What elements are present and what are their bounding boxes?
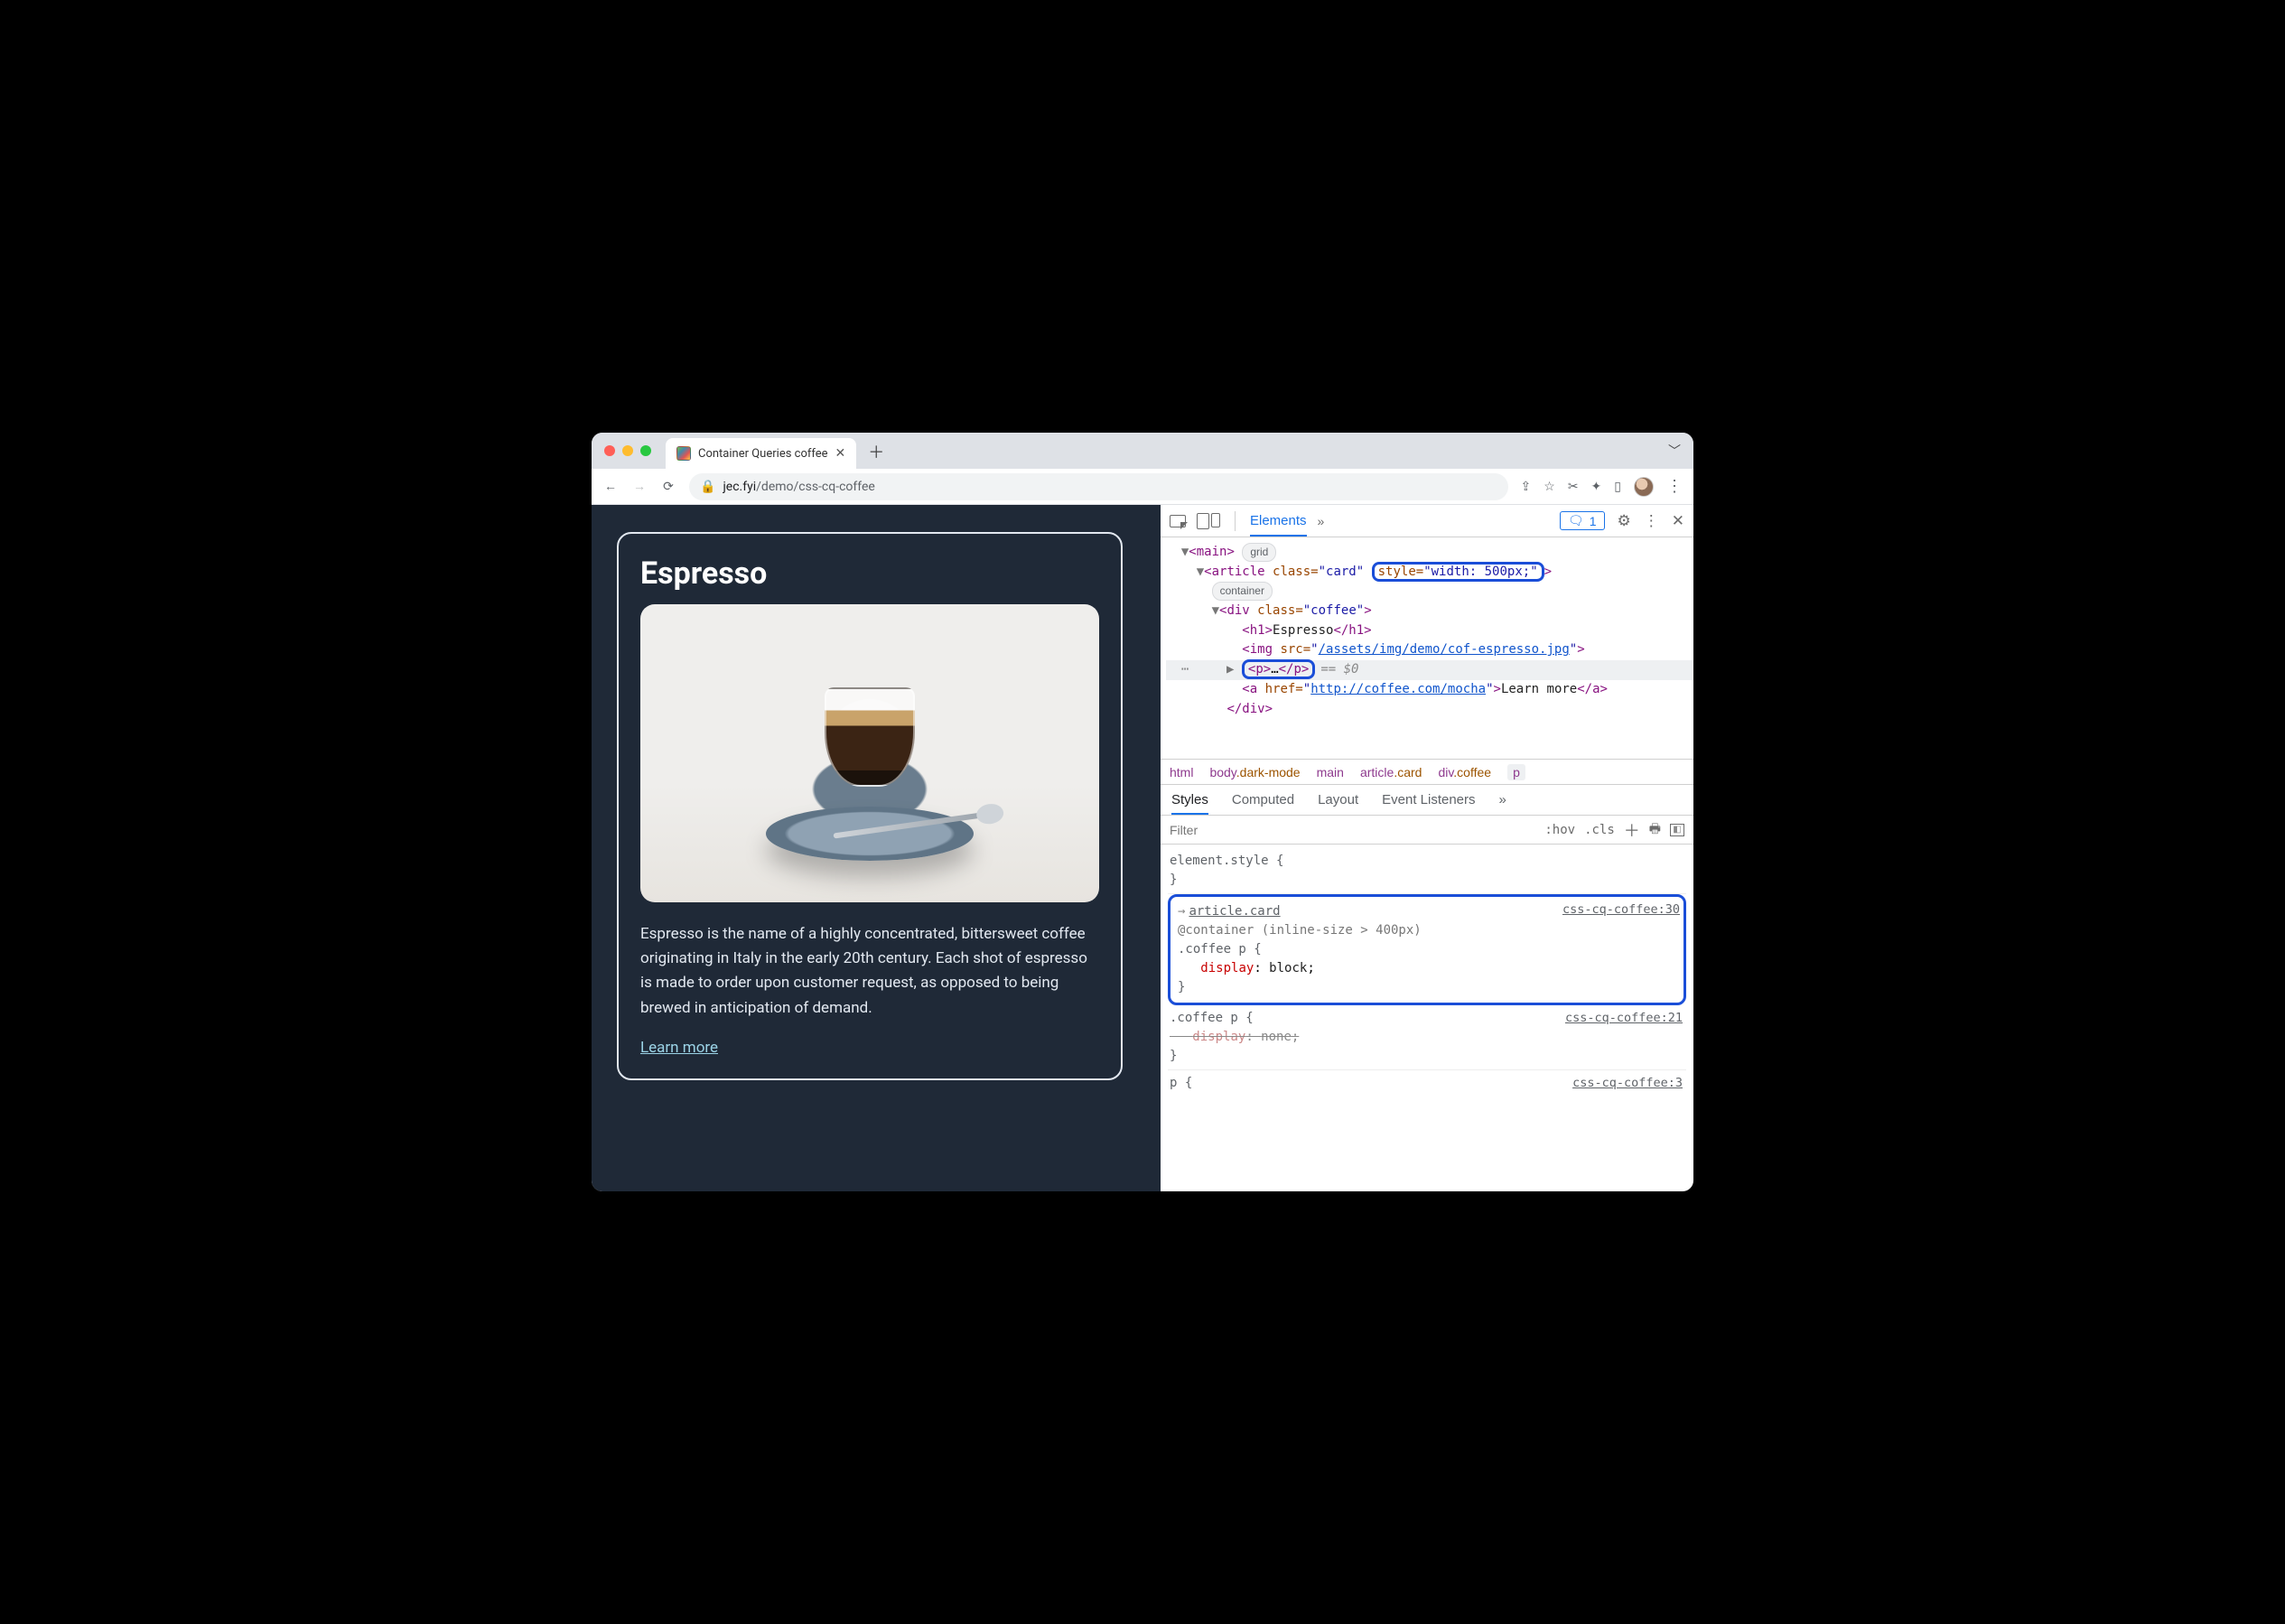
divider — [1235, 511, 1236, 531]
bc-p[interactable]: p — [1507, 764, 1525, 780]
coffee-p-rule[interactable]: css-cq-coffee:21 .coffee p { display: no… — [1168, 1005, 1686, 1070]
styles-filter-input[interactable] — [1170, 823, 1535, 837]
url-text: jec.fyi/demo/css-cq-coffee — [723, 480, 874, 494]
container-badge[interactable]: container — [1212, 582, 1273, 601]
coffee-card: Espresso Espresso is the name of a highl… — [617, 532, 1123, 1080]
devtools-tabbar: Elements » 🗨 1 ⚙ ⋮ ✕ — [1161, 505, 1693, 537]
bc-body[interactable]: body.dark-mode — [1209, 765, 1300, 779]
close-tab-button[interactable]: ✕ — [835, 446, 846, 461]
styles-filter-row: :hov .cls ＋ 🖶 ◧ — [1161, 816, 1693, 845]
saucer-shape — [766, 807, 974, 861]
highlight-style-attr: style="width: 500px;" — [1372, 562, 1544, 582]
toggle-computed-sidebar-icon[interactable]: ◧ — [1670, 824, 1684, 836]
tab-title: Container Queries coffee — [698, 447, 828, 461]
devtools-panel: Elements » 🗨 1 ⚙ ⋮ ✕ ▼<main> grid ▼<arti… — [1161, 505, 1693, 1191]
browser-window: Container Queries coffee ✕ ＋ ﹀ ← → ⟳ 🔒 j… — [592, 433, 1693, 1191]
page-viewport: Espresso Espresso is the name of a highl… — [592, 505, 1161, 1191]
toolbar-actions: ⇪ ☆ ✂︎ ✦ ▯ ⋮ — [1521, 477, 1683, 497]
coffee-photo — [640, 604, 1099, 902]
source-link-1[interactable]: css-cq-coffee:30 — [1562, 901, 1680, 919]
tab-styles[interactable]: Styles — [1171, 792, 1208, 815]
cls-toggle[interactable]: .cls — [1584, 823, 1615, 837]
a-href-link[interactable]: http://coffee.com/mocha — [1310, 682, 1486, 696]
content-split: Espresso Espresso is the name of a highl… — [592, 505, 1693, 1191]
element-style-rule[interactable]: element.style { } — [1168, 848, 1686, 894]
tabs-overflow-button[interactable]: ﹀ — [1668, 442, 1681, 460]
source-link-3[interactable]: css-cq-coffee:3 — [1572, 1074, 1683, 1092]
tab-layout[interactable]: Layout — [1318, 792, 1358, 807]
issues-button[interactable]: 🗨 1 — [1560, 511, 1605, 530]
dom-tree[interactable]: ▼<main> grid ▼<article class="card" styl… — [1161, 537, 1693, 760]
reading-list-icon[interactable]: ▯ — [1614, 480, 1621, 494]
inspect-element-icon[interactable] — [1170, 515, 1186, 527]
highlight-p-element: <p>…</p> — [1242, 659, 1315, 679]
share-icon[interactable]: ⇪ — [1521, 480, 1532, 494]
bc-html[interactable]: html — [1170, 765, 1193, 779]
cup-shape — [816, 687, 924, 796]
p-rule[interactable]: css-cq-coffee:3 p { — [1168, 1070, 1686, 1097]
tab-elements[interactable]: Elements — [1250, 513, 1307, 537]
devtools-menu-icon[interactable]: ⋮ — [1644, 512, 1659, 530]
forward-button[interactable]: → — [631, 479, 648, 494]
learn-more-link[interactable]: Learn more — [640, 1039, 718, 1057]
chrome-menu-button[interactable]: ⋮ — [1666, 477, 1683, 496]
bc-main[interactable]: main — [1317, 765, 1344, 779]
new-style-rule-button[interactable]: ＋ — [1624, 818, 1640, 842]
new-tab-button[interactable]: ＋ — [863, 439, 889, 464]
scissors-icon[interactable]: ✂︎ — [1568, 480, 1579, 494]
issues-count: 1 — [1590, 514, 1597, 528]
grid-badge[interactable]: grid — [1242, 543, 1276, 562]
card-paragraph: Espresso is the name of a highly concent… — [640, 922, 1099, 1021]
device-toolbar-icon[interactable] — [1197, 513, 1220, 529]
bc-article[interactable]: article.card — [1360, 765, 1422, 779]
card-heading: Espresso — [640, 555, 1099, 592]
bc-div[interactable]: div.coffee — [1438, 765, 1491, 779]
close-devtools-button[interactable]: ✕ — [1672, 512, 1684, 530]
source-link-2[interactable]: css-cq-coffee:21 — [1565, 1009, 1683, 1027]
browser-tab[interactable]: Container Queries coffee ✕ — [666, 438, 856, 469]
reload-button[interactable]: ⟳ — [660, 480, 676, 494]
titlebar: Container Queries coffee ✕ ＋ ﹀ — [592, 433, 1693, 469]
address-bar[interactable]: 🔒 jec.fyi/demo/css-cq-coffee — [689, 473, 1508, 500]
settings-icon[interactable]: ⚙ — [1618, 512, 1631, 530]
close-window-button[interactable] — [604, 445, 615, 456]
favicon-icon — [676, 446, 691, 461]
styles-panel-tabs: Styles Computed Layout Event Listeners » — [1161, 785, 1693, 816]
img-src-link[interactable]: /assets/img/demo/cof-espresso.jpg — [1319, 642, 1570, 657]
toggle-print-icon[interactable]: 🖶 — [1649, 819, 1661, 841]
styles-tabs-overflow-icon[interactable]: » — [1499, 792, 1506, 807]
bookmark-icon[interactable]: ☆ — [1544, 480, 1555, 494]
window-controls — [604, 445, 651, 456]
tab-computed[interactable]: Computed — [1232, 792, 1294, 807]
selected-p-element[interactable]: ⋯ ▶ <p>…</p>== $0 — [1166, 660, 1693, 680]
container-query-rule[interactable]: css-cq-coffee:30 →article.card @containe… — [1168, 894, 1686, 1005]
extensions-icon[interactable]: ✦ — [1591, 480, 1602, 494]
lock-icon: 🔒 — [700, 480, 715, 494]
minimize-window-button[interactable] — [622, 445, 633, 456]
tabs-overflow-icon[interactable]: » — [1318, 514, 1325, 528]
toolbar: ← → ⟳ 🔒 jec.fyi/demo/css-cq-coffee ⇪ ☆ ✂… — [592, 469, 1693, 505]
css-rules-list: element.style { } css-cq-coffee:30 →arti… — [1161, 845, 1693, 1191]
profile-avatar[interactable] — [1634, 477, 1654, 497]
back-button[interactable]: ← — [602, 479, 619, 494]
hov-toggle[interactable]: :hov — [1544, 823, 1575, 837]
issues-icon: 🗨 — [1568, 513, 1584, 528]
maximize-window-button[interactable] — [640, 445, 651, 456]
dom-breadcrumb[interactable]: html body.dark-mode main article.card di… — [1161, 760, 1693, 785]
tab-event-listeners[interactable]: Event Listeners — [1382, 792, 1475, 807]
